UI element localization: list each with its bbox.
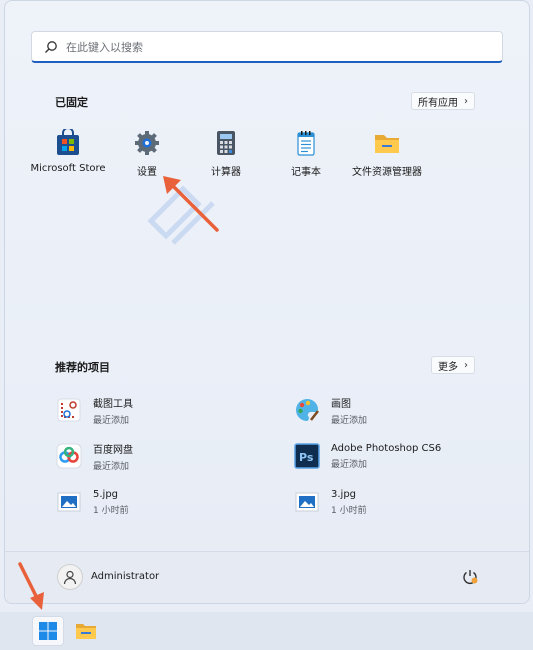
more-button[interactable]: 更多 › [431,356,475,374]
recommended-item[interactable]: 3.jpg 1 小时前 [293,485,367,519]
pinned-app-label: Microsoft Store [30,163,106,174]
svg-text:Ps: Ps [299,451,314,464]
more-label: 更多 [438,361,458,373]
pinned-app-microsoft-store[interactable]: Microsoft Store [29,129,107,189]
recommended-item-subtitle: 最近添加 [93,415,130,426]
notepad-icon [297,131,315,156]
gear-icon [135,131,159,155]
pinned-app-label: 记事本 [291,167,321,178]
recommended-item-name: 百度网盘 [93,444,133,456]
start-button[interactable] [32,616,64,646]
recommended-item-name: 截图工具 [93,398,133,410]
recommended-item-name: 5.jpg [93,488,119,500]
search-input[interactable]: 在此键入以搜索 [31,31,503,63]
baidu-netdisk-icon [56,443,82,469]
recommended-item[interactable]: 5.jpg 1 小时前 [55,485,129,519]
taskbar [0,612,533,650]
pinned-app-label: 计算器 [211,167,241,178]
recommended-item-subtitle: 1 小时前 [93,505,129,516]
all-apps-button[interactable]: 所有应用 › [411,92,475,110]
folder-icon [375,135,399,153]
pinned-app-file-explorer[interactable]: 文件资源管理器 [348,129,426,189]
recommended-item-subtitle: 最近添加 [93,461,130,472]
paint-icon [296,398,319,421]
pinned-app-settings[interactable]: 设置 [108,129,186,189]
pinned-app-calculator[interactable]: 计算器 [187,129,265,189]
store-icon [57,129,79,155]
power-icon[interactable] [461,568,479,586]
recommended-item-name: 画图 [331,398,351,410]
search-icon [45,40,57,53]
recommended-item[interactable]: 百度网盘 最近添加 [55,439,133,473]
avatar[interactable] [57,564,83,590]
start-menu-footer: Administrator [5,551,529,603]
recommended-item-name: 3.jpg [331,488,357,500]
recommended-item[interactable]: 截图工具 最近添加 [55,393,133,427]
user-icon [63,570,77,585]
recommended-title: 推荐的项目 [55,361,110,374]
recommended-item-name: Adobe Photoshop CS6 [331,442,442,454]
start-icon [39,622,57,640]
image-file-icon [295,492,319,512]
chevron-right-icon: › [464,359,468,371]
file-explorer-icon [76,624,96,639]
recommended-item[interactable]: Ps Adobe Photoshop CS6 最近添加 [293,439,441,473]
image-file-icon [57,492,81,512]
photoshop-icon: Ps [294,443,320,469]
recommended-item-subtitle: 最近添加 [331,415,368,426]
start-menu: 在此键入以搜索 已固定 所有应用 › Microsoft Store 设置 计算… [4,0,530,604]
user-name[interactable]: Administrator [91,571,159,582]
recommended-item[interactable]: 画图 最近添加 [293,393,367,427]
search-placeholder: 在此键入以搜索 [66,40,143,54]
recommended-item-subtitle: 最近添加 [331,459,368,470]
recommended-item-subtitle: 1 小时前 [331,505,367,516]
snipping-tool-icon [57,398,81,422]
all-apps-label: 所有应用 [418,97,458,109]
chevron-right-icon: › [464,95,468,107]
pinned-app-label: 文件资源管理器 [352,167,422,178]
taskbar-file-explorer[interactable] [70,616,102,646]
pinned-app-label: 设置 [137,167,157,178]
pinned-app-notepad[interactable]: 记事本 [267,129,345,189]
pinned-title: 已固定 [55,96,88,109]
calculator-icon [217,131,235,155]
